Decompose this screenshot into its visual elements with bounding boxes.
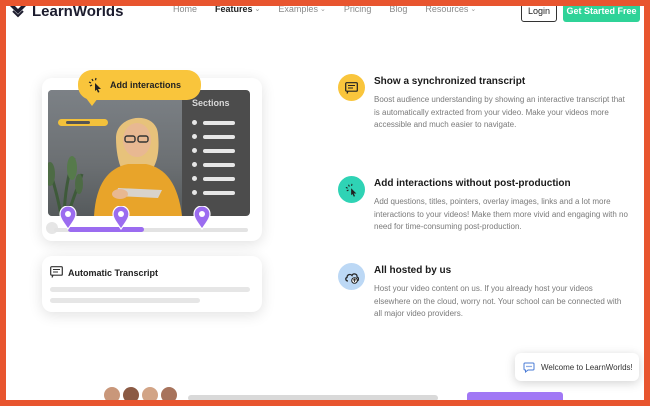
transcript-line: [50, 287, 250, 292]
logo-icon: [10, 6, 26, 18]
nav-item-features[interactable]: Features ⌄: [215, 6, 260, 14]
transcript-line: [50, 298, 200, 303]
chevron-down-icon: ⌄: [254, 6, 261, 13]
location-pin-icon[interactable]: [112, 206, 130, 230]
nav-item-blog[interactable]: Blog: [389, 6, 407, 14]
feature-icon-badge: [338, 263, 365, 290]
section-item[interactable]: [192, 162, 235, 167]
nav-item-home[interactable]: Home: [173, 6, 197, 14]
pointer-click-icon: [88, 77, 101, 93]
feature-icon-badge: [338, 74, 365, 101]
nav-item-pricing[interactable]: Pricing: [344, 6, 372, 14]
bottom-banner-button[interactable]: [467, 392, 563, 400]
feature-description: Add questions, titles, pointers, overlay…: [374, 197, 628, 231]
overlay-pill: [58, 119, 108, 126]
feature-icon-badge: [338, 176, 365, 203]
chat-label: Welcome to LearnWorlds!: [541, 362, 633, 372]
sections-panel: Sections: [182, 90, 250, 216]
section-item[interactable]: [192, 190, 235, 195]
feature-title: Show a synchronized transcript: [374, 76, 526, 87]
transcript-title: Automatic Transcript: [68, 268, 159, 278]
logo-text: LearnWorlds: [32, 6, 124, 20]
bottom-banner-text: [188, 395, 438, 400]
pointer-click-icon: [345, 183, 356, 197]
nav-item-resources[interactable]: Resources ⌄: [425, 6, 476, 14]
location-pin-icon[interactable]: [59, 206, 77, 230]
nav-item-label: Features: [215, 6, 253, 14]
nav-item-label: Home: [173, 6, 198, 14]
nav-item-label: Examples: [278, 6, 318, 14]
avatar: [104, 387, 120, 400]
feature-title: Add interactions without post-production: [374, 178, 571, 189]
nav-item-label: Blog: [389, 6, 408, 14]
cloud-upload-icon: [344, 272, 359, 284]
login-button[interactable]: Login: [521, 6, 557, 22]
chat-widget[interactable]: Welcome to LearnWorlds!: [515, 353, 639, 381]
transcript-icon: [345, 81, 358, 94]
avatar: [142, 387, 158, 400]
get-started-button[interactable]: Get Started Free: [563, 6, 640, 22]
transcript-icon: [50, 266, 63, 278]
chevron-down-icon: ⌄: [319, 6, 326, 13]
sections-title: Sections: [192, 98, 230, 108]
nav-item-label: Resources: [425, 6, 469, 14]
bubble-label: Add interactions: [110, 80, 182, 90]
bubble-tail: [86, 98, 98, 106]
nav-item-label: Pricing: [343, 6, 372, 14]
chevron-down-icon: ⌄: [470, 6, 477, 13]
site-header: LearnWorlds Home Features ⌄ Examples ⌄ Pricin…: [6, 6, 644, 28]
feature-item: Add interactions without post-production…: [338, 176, 628, 256]
avatar: [123, 387, 139, 400]
nav-item-examples[interactable]: Examples ⌄: [278, 6, 325, 14]
logo[interactable]: LearnWorlds: [8, 6, 123, 20]
transcript-card: [42, 256, 262, 312]
feature-description: Boost audience understanding by showing …: [374, 95, 625, 129]
page-frame: LearnWorlds Home Features ⌄ Examples ⌄ Pricin…: [6, 6, 644, 400]
timeline-progress: [68, 227, 144, 232]
section-item[interactable]: [192, 176, 235, 181]
feature-description: Host your video content on us. If you al…: [374, 284, 622, 318]
section-item[interactable]: [192, 148, 235, 153]
feature-item: All hosted by us Host your video content…: [338, 263, 628, 343]
location-pin-icon[interactable]: [193, 206, 211, 230]
chat-bubble-icon: [523, 362, 535, 373]
feature-title: All hosted by us: [374, 265, 452, 276]
section-item[interactable]: [192, 134, 235, 139]
main-nav: Home Features ⌄ Examples ⌄ Pricing Blog Resourc…: [173, 6, 494, 14]
feature-item: Show a synchronized transcript Boost aud…: [338, 74, 628, 164]
section-item[interactable]: [192, 120, 235, 125]
avatar: [161, 387, 177, 400]
avatar-group: [104, 387, 177, 400]
add-interactions-bubble: Add interactions: [78, 70, 201, 100]
